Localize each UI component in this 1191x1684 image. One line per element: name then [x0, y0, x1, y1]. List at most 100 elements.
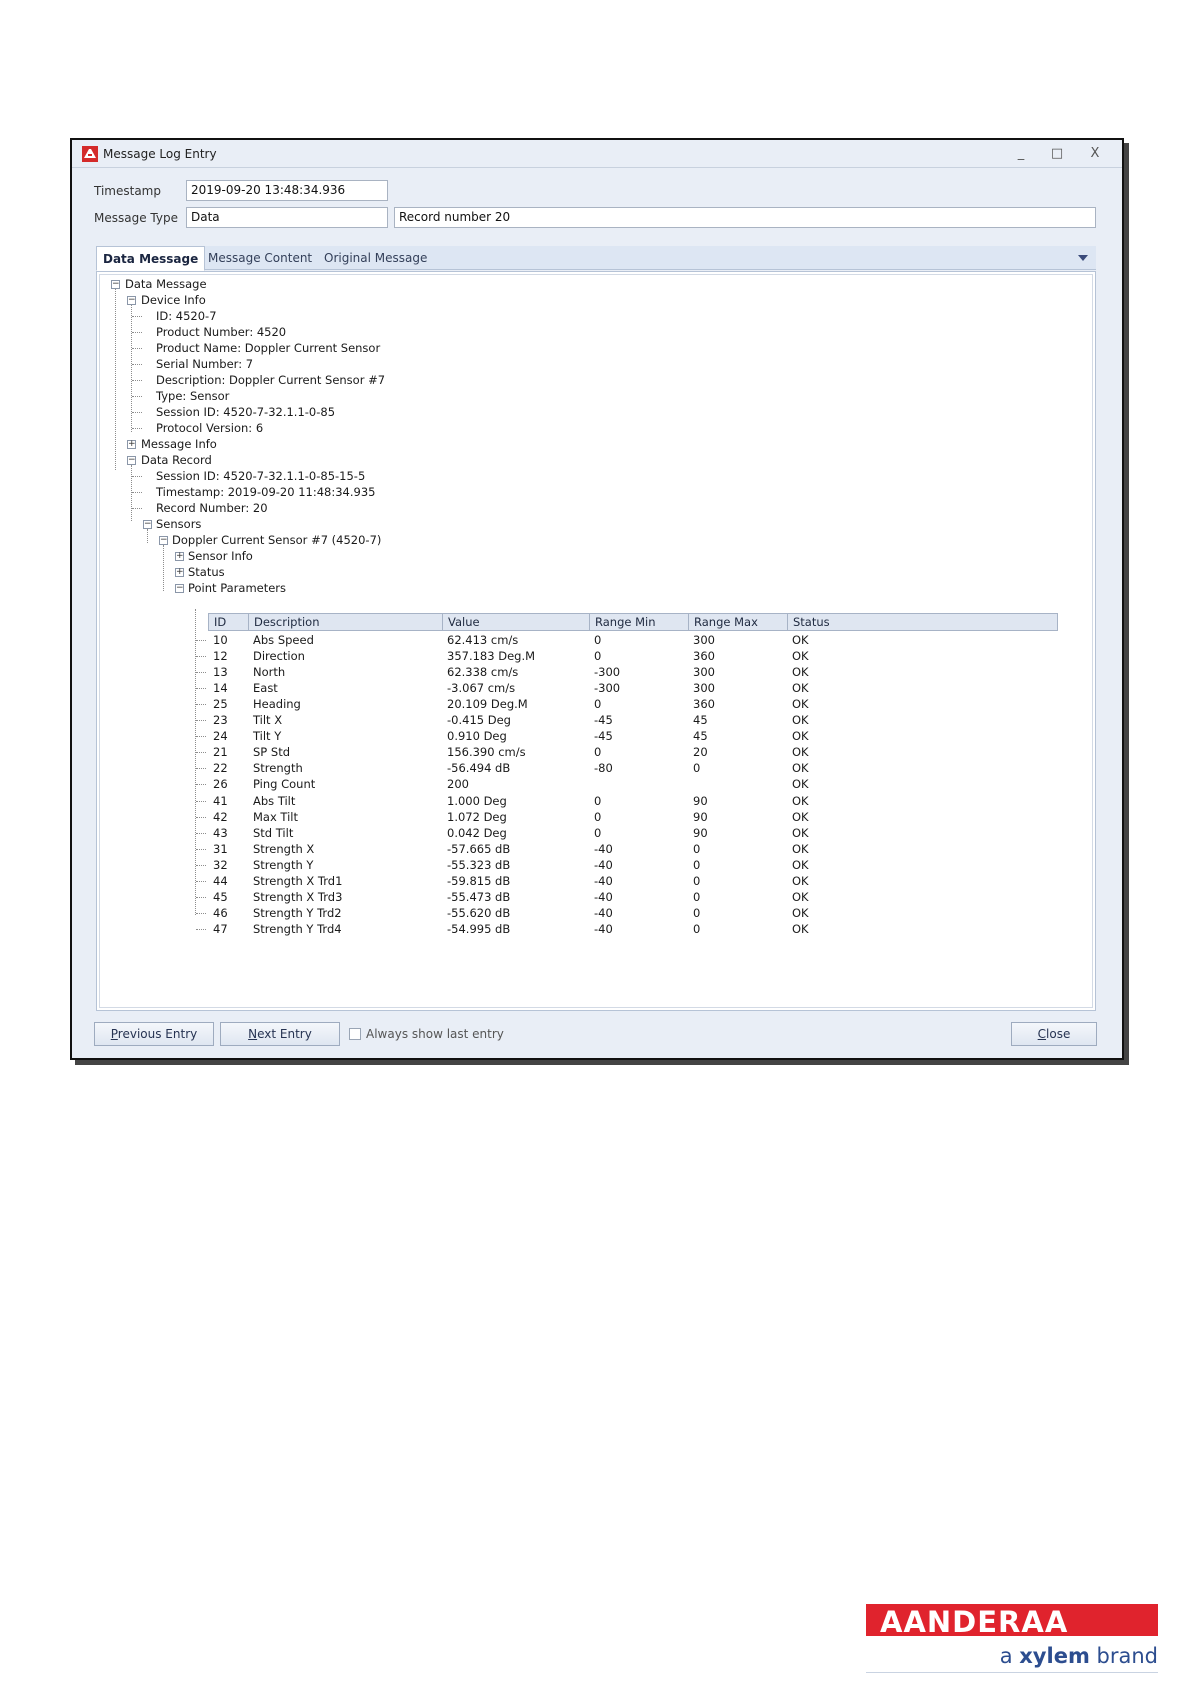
tree-item-record-timestamp[interactable]: Timestamp: 2019-09-20 11:48:34.935: [156, 484, 375, 500]
table-row[interactable]: 45 Strength X Trd3 -55.473 dB -40 0 OK: [196, 889, 1058, 907]
cell-range-max: 0: [693, 921, 701, 936]
table-row[interactable]: 42 Max Tilt 1.072 Deg 0 90 OK: [196, 809, 1058, 827]
tagline-brand: xylem: [1019, 1644, 1090, 1668]
collapse-toggle-icon[interactable]: −: [159, 536, 168, 545]
table-row[interactable]: 12 Direction 357.183 Deg.M 0 360 OK: [196, 648, 1058, 666]
cell-value: -0.415 Deg: [447, 713, 511, 728]
collapse-toggle-icon[interactable]: −: [127, 296, 136, 305]
expand-toggle-icon[interactable]: +: [175, 568, 184, 577]
collapse-toggle-icon[interactable]: −: [143, 520, 152, 529]
cell-range-min: -300: [594, 681, 621, 696]
tree-node-status[interactable]: Status: [188, 564, 225, 580]
next-entry-button[interactable]: Next Entry: [220, 1022, 340, 1046]
table-row[interactable]: 23 Tilt X -0.415 Deg -45 45 OK: [196, 712, 1058, 730]
cell-range-max: 0: [693, 905, 701, 920]
message-type-field[interactable]: Data: [186, 207, 388, 228]
cell-range-min: 0: [594, 745, 602, 760]
cell-range-max: 300: [693, 681, 715, 696]
expand-toggle-icon[interactable]: +: [127, 440, 136, 449]
tree-item-description[interactable]: Description: Doppler Current Sensor #7: [156, 372, 385, 388]
tree-line: [131, 465, 132, 521]
table-row[interactable]: 44 Strength X Trd1 -59.815 dB -40 0 OK: [196, 873, 1058, 891]
tab-dropdown-icon[interactable]: [1078, 255, 1088, 261]
tree-item-product-number[interactable]: Product Number: 4520: [156, 324, 286, 340]
tree-item-serial-number[interactable]: Serial Number: 7: [156, 356, 253, 372]
cell-range-min: -40: [594, 841, 613, 856]
always-show-checkbox[interactable]: [349, 1028, 361, 1040]
table-row[interactable]: 24 Tilt Y 0.910 Deg -45 45 OK: [196, 728, 1058, 746]
tree-view[interactable]: − Data Message − Device Info ID: 4520-7 …: [99, 274, 1093, 1008]
expand-toggle-icon[interactable]: +: [175, 552, 184, 561]
cell-status: OK: [792, 889, 809, 904]
table-row[interactable]: 14 East -3.067 cm/s -300 300 OK: [196, 680, 1058, 698]
tree-node-doppler-sensor[interactable]: Doppler Current Sensor #7 (4520-7): [172, 532, 381, 548]
timestamp-field[interactable]: 2019-09-20 13:48:34.936: [186, 180, 388, 201]
tree-node-data-record[interactable]: Data Record: [141, 452, 212, 468]
cell-range-max: 90: [693, 825, 708, 840]
cell-status: OK: [792, 825, 809, 840]
column-header-id[interactable]: ID: [209, 614, 249, 630]
tree-line: [196, 640, 206, 641]
tree-item-protocol-version[interactable]: Protocol Version: 6: [156, 420, 263, 436]
title-bar[interactable]: Message Log Entry _ □ X: [72, 140, 1122, 168]
table-row[interactable]: 22 Strength -56.494 dB -80 0 OK: [196, 760, 1058, 778]
tree-line: [195, 609, 196, 915]
cell-range-max: 300: [693, 665, 715, 680]
table-row[interactable]: 10 Abs Speed 62.413 cm/s 0 300 OK: [196, 632, 1058, 650]
tree-node-sensors[interactable]: Sensors: [156, 516, 201, 532]
cell-range-min: -45: [594, 713, 613, 728]
table-row[interactable]: 26 Ping Count 200 OK: [196, 776, 1058, 794]
cell-description: East: [253, 681, 278, 696]
close-button[interactable]: Close: [1011, 1022, 1097, 1046]
column-header-value[interactable]: Value: [443, 614, 590, 630]
table-row[interactable]: 32 Strength Y -55.323 dB -40 0 OK: [196, 857, 1058, 875]
column-header-description[interactable]: Description: [249, 614, 443, 630]
tree-item-product-name[interactable]: Product Name: Doppler Current Sensor: [156, 340, 380, 356]
cell-status: OK: [792, 905, 809, 920]
tree-node-point-parameters[interactable]: Point Parameters: [188, 580, 286, 596]
tab-original-message[interactable]: Original Message: [318, 246, 433, 270]
tree-node-device-info[interactable]: Device Info: [141, 292, 206, 308]
tree-item-device-id[interactable]: ID: 4520-7: [156, 308, 217, 324]
tree-line: [196, 928, 206, 930]
collapse-toggle-icon[interactable]: −: [111, 280, 120, 289]
table-row[interactable]: 25 Heading 20.109 Deg.M 0 360 OK: [196, 696, 1058, 714]
collapse-toggle-icon[interactable]: −: [127, 456, 136, 465]
table-row[interactable]: 21 SP Std 156.390 cm/s 0 20 OK: [196, 744, 1058, 762]
record-number-field[interactable]: Record number 20: [394, 207, 1096, 228]
cell-range-max: 20: [693, 745, 708, 760]
tree-item-session-id[interactable]: Session ID: 4520-7-32.1.1-0-85: [156, 404, 335, 420]
minimize-button[interactable]: _: [1010, 145, 1032, 163]
close-window-button[interactable]: X: [1084, 145, 1106, 163]
tree-node-message-info[interactable]: Message Info: [141, 436, 217, 452]
tab-data-message[interactable]: Data Message: [96, 246, 206, 271]
table-row[interactable]: 31 Strength X -57.665 dB -40 0 OK: [196, 841, 1058, 859]
collapse-toggle-icon[interactable]: −: [175, 584, 184, 593]
cell-range-min: -40: [594, 857, 613, 872]
message-log-window: Message Log Entry _ □ X Timestamp 2019-0…: [70, 138, 1124, 1060]
table-row[interactable]: 43 Std Tilt 0.042 Deg 0 90 OK: [196, 825, 1058, 843]
tab-message-content[interactable]: Message Content: [202, 246, 318, 270]
tree-item-record-session-id[interactable]: Session ID: 4520-7-32.1.1-0-85-15-5: [156, 468, 365, 484]
previous-entry-button[interactable]: Previous Entry: [94, 1022, 214, 1046]
column-header-range-max[interactable]: Range Max: [689, 614, 788, 630]
cell-id: 22: [213, 761, 228, 776]
cell-status: OK: [792, 761, 809, 776]
table-row[interactable]: 47 Strength Y Trd4 -54.995 dB -40 0 OK: [196, 921, 1058, 939]
cell-value: -59.815 dB: [447, 873, 511, 888]
table-row[interactable]: 41 Abs Tilt 1.000 Deg 0 90 OK: [196, 793, 1058, 811]
tree-item-record-number[interactable]: Record Number: 20: [156, 500, 268, 516]
cell-range-min: -80: [594, 761, 613, 776]
tree-line: [196, 688, 206, 690]
maximize-button[interactable]: □: [1046, 145, 1068, 163]
column-header-status[interactable]: Status: [788, 614, 1057, 630]
cell-description: Tilt Y: [253, 729, 282, 744]
table-row[interactable]: 46 Strength Y Trd2 -55.620 dB -40 0 OK: [196, 905, 1058, 923]
tree-node-data-message[interactable]: Data Message: [125, 276, 207, 292]
table-row[interactable]: 13 North 62.338 cm/s -300 300 OK: [196, 664, 1058, 682]
cell-id: 13: [213, 665, 228, 680]
column-header-range-min[interactable]: Range Min: [590, 614, 689, 630]
tab-bar: Data Message Message Content Original Me…: [96, 246, 1096, 271]
tree-node-sensor-info[interactable]: Sensor Info: [188, 548, 253, 564]
tree-item-type[interactable]: Type: Sensor: [156, 388, 229, 404]
